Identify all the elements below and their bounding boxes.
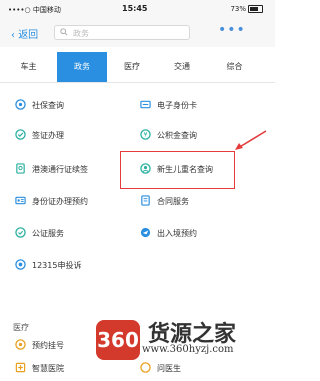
watermark-url: www.360hyzj.com bbox=[142, 344, 234, 355]
back-button[interactable]: ‹ 返回 bbox=[11, 26, 38, 41]
contract-icon bbox=[141, 195, 150, 206]
pointer-arrow-icon bbox=[235, 130, 267, 150]
status-time: 15:45 bbox=[122, 4, 148, 13]
watermark-logo: 360 bbox=[96, 320, 140, 360]
back-label: 返回 bbox=[18, 30, 39, 41]
tab-medical[interactable]: 医疗 bbox=[107, 52, 157, 82]
visa-icon bbox=[15, 129, 26, 140]
section-title-medical: 医疗 bbox=[13, 323, 29, 332]
status-bar: ••••○ 中国移动 15:45 73% bbox=[0, 0, 275, 17]
hospital-icon bbox=[15, 362, 26, 373]
tab-car[interactable]: 车主 bbox=[0, 52, 57, 82]
highlight-box bbox=[120, 151, 235, 189]
search-placeholder: 政务 bbox=[73, 29, 89, 38]
doctor-icon bbox=[140, 362, 151, 373]
id-card-icon bbox=[140, 100, 151, 109]
idcard-appointment-icon bbox=[15, 196, 26, 205]
chevron-left-icon: ‹ bbox=[11, 30, 15, 41]
carrier-signal: ••••○ 中国移动 bbox=[8, 6, 61, 14]
coin-icon: ¥ bbox=[140, 129, 151, 140]
registration-icon bbox=[15, 339, 26, 350]
immigration-icon bbox=[140, 227, 151, 238]
status-right: 73% bbox=[230, 5, 263, 13]
battery-icon bbox=[248, 5, 263, 13]
more-button[interactable]: ••• bbox=[218, 22, 246, 38]
search-input[interactable]: 政务 bbox=[54, 25, 190, 40]
search-icon bbox=[60, 28, 68, 36]
tab-traffic[interactable]: 交通 bbox=[157, 52, 207, 82]
battery-percent: 73% bbox=[230, 5, 246, 13]
tab-government[interactable]: 政务 bbox=[57, 52, 107, 82]
svg-text:¥: ¥ bbox=[144, 132, 148, 139]
passport-icon bbox=[16, 163, 25, 174]
tab-general[interactable]: 综合 bbox=[207, 52, 262, 82]
shield-icon bbox=[15, 99, 26, 110]
nav-bar: ‹ 返回 政务 ••• bbox=[0, 17, 275, 47]
notary-icon bbox=[15, 227, 26, 238]
category-tabs: 车主 政务 医疗 交通 综合 bbox=[0, 52, 275, 83]
complaint-icon bbox=[15, 259, 26, 270]
